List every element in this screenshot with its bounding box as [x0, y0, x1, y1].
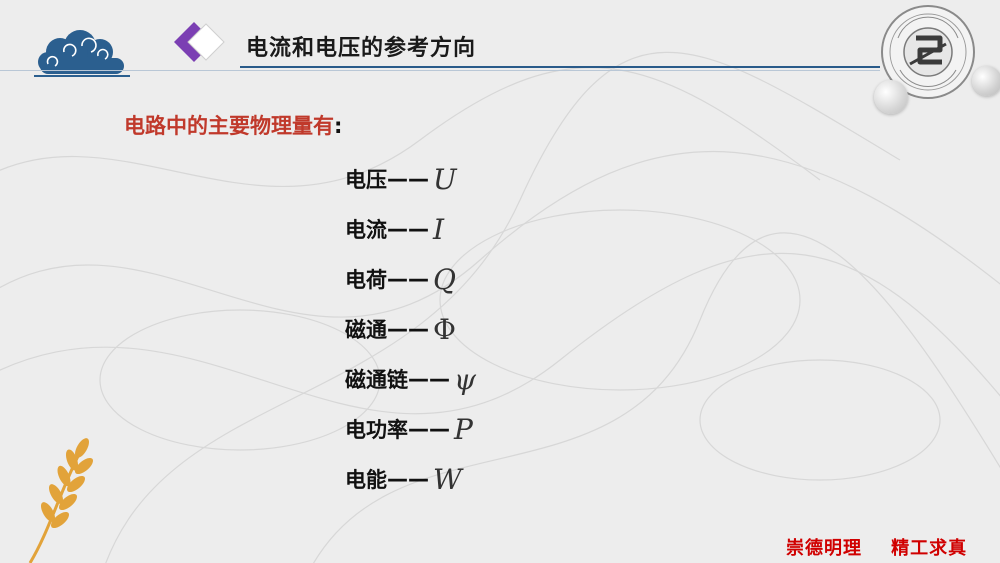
quantity-symbol: ψ: [454, 362, 476, 396]
decorative-orb: [874, 80, 908, 114]
heading-colon: :: [334, 114, 343, 138]
page-title: 电流和电压的参考方向: [246, 36, 477, 61]
quantity-name: 磁通链: [345, 368, 408, 392]
quantity-symbol: Φ: [433, 312, 456, 346]
quantity-symbol: W: [433, 462, 462, 496]
list-item: 电压 —— U: [345, 154, 476, 204]
list-item: 磁通链 —— ψ: [345, 354, 476, 404]
quantity-dash: ——: [387, 467, 429, 491]
title-underline: [240, 66, 880, 68]
decorative-orb: [972, 66, 1000, 96]
quantity-name: 电荷: [345, 268, 387, 292]
quantity-dash: ——: [408, 417, 450, 441]
footer-motto: 崇德明理 精工求真: [786, 538, 968, 559]
quantity-name: 电功率: [345, 418, 408, 442]
quantity-dash: ——: [387, 167, 429, 191]
quantity-dash: ——: [387, 267, 429, 291]
quantity-name: 电压: [345, 168, 387, 192]
quantity-name: 电能: [345, 468, 387, 492]
list-item: 磁通 —— Φ: [345, 304, 476, 354]
list-item: 电功率 —— P: [345, 404, 476, 454]
quantity-symbol: I: [433, 212, 445, 246]
list-item: 电能 —— W: [345, 454, 476, 504]
quantity-name: 电流: [345, 218, 387, 242]
wheat-ornament-icon: [28, 438, 94, 563]
cloud-ornament-icon: [34, 30, 130, 77]
quantity-symbol: P: [454, 412, 473, 446]
heading-text: 电路中的主要物理量有: [124, 114, 334, 138]
quantity-dash: ——: [408, 367, 450, 391]
quantity-symbol: U: [433, 162, 457, 196]
title-divider: [0, 70, 880, 71]
quantity-symbol: Q: [433, 262, 456, 296]
quantity-dash: ——: [387, 317, 429, 341]
quantity-dash: ——: [387, 217, 429, 241]
background-swirl-pattern: [0, 51, 1000, 563]
list-item: 电流 —— I: [345, 204, 476, 254]
title-diamond-icon: [174, 22, 225, 62]
quantity-list: 电压 —— U 电流 —— I 电荷 —— Q 磁通 —— Φ 磁通链 —— ψ…: [345, 154, 476, 504]
list-item: 电荷 —— Q: [345, 254, 476, 304]
content-heading: 电路中的主要物理量有:: [124, 110, 342, 140]
quantity-name: 磁通: [345, 318, 387, 342]
